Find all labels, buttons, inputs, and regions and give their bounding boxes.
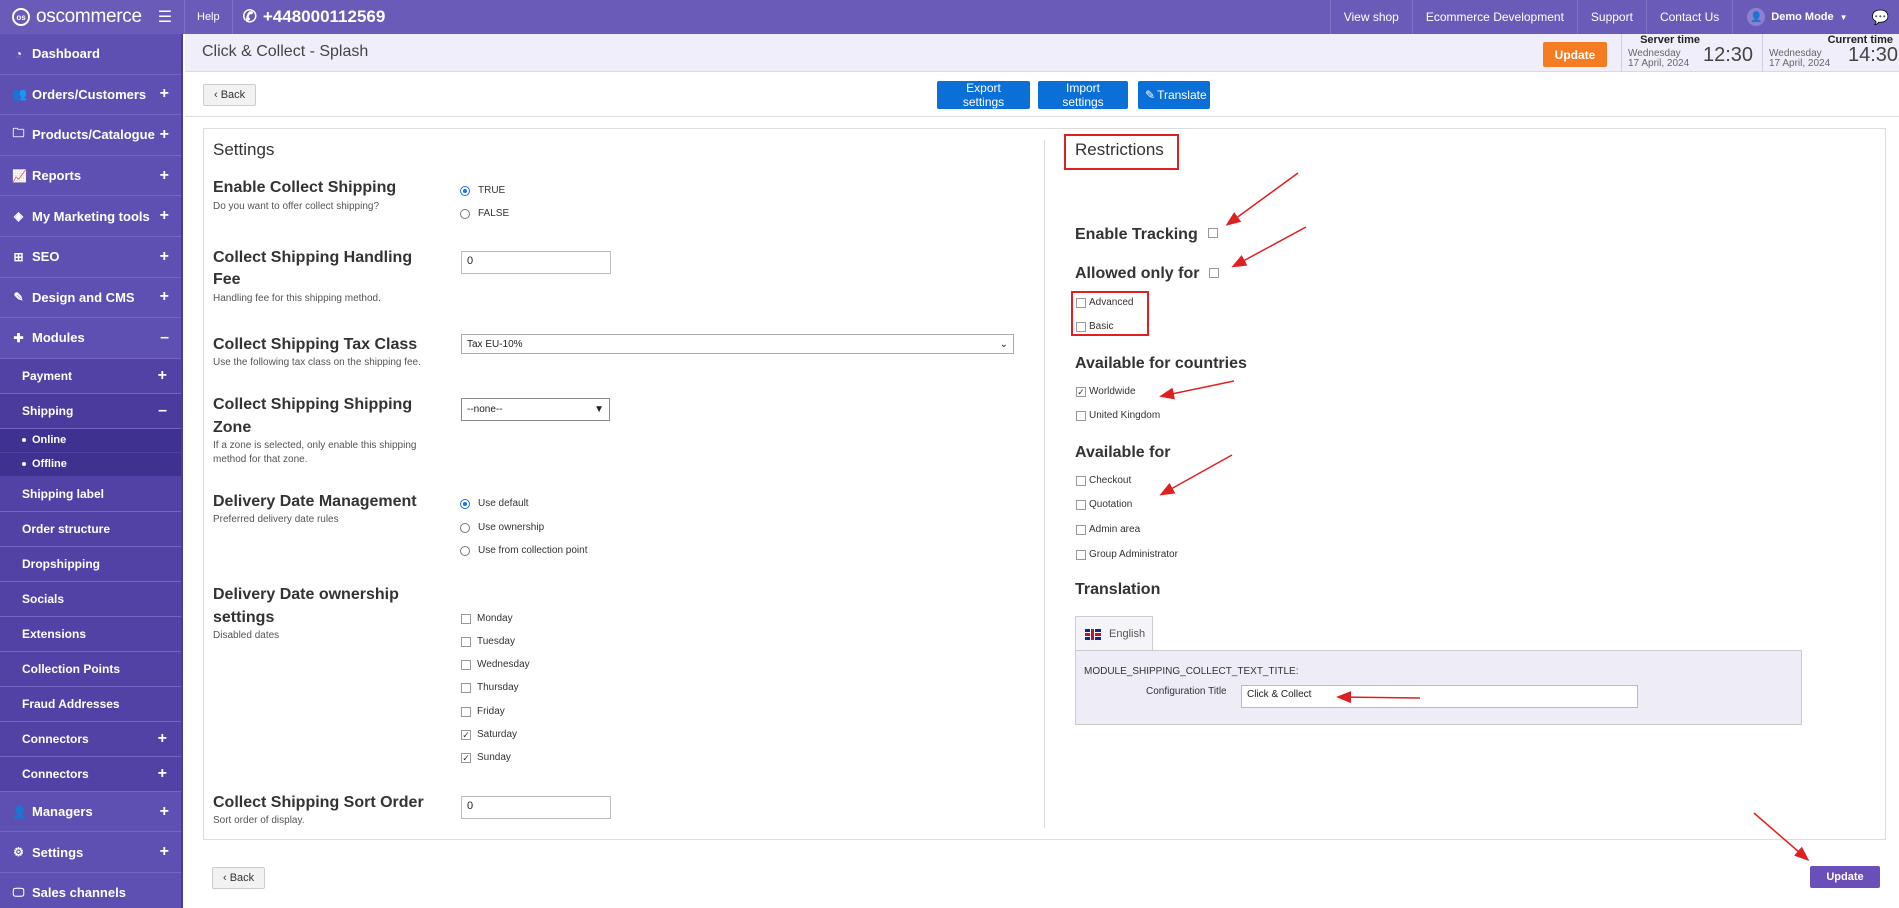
- annotation-arrow: [1231, 226, 1307, 268]
- annotation-arrows: [1159, 172, 1810, 861]
- annotation-arrow: [1159, 380, 1235, 400]
- annotation-arrow: [1159, 454, 1233, 496]
- annotation-arrow: [1336, 691, 1421, 704]
- annotation-arrow: [1753, 812, 1810, 861]
- annotation-arrow: [1225, 172, 1299, 226]
